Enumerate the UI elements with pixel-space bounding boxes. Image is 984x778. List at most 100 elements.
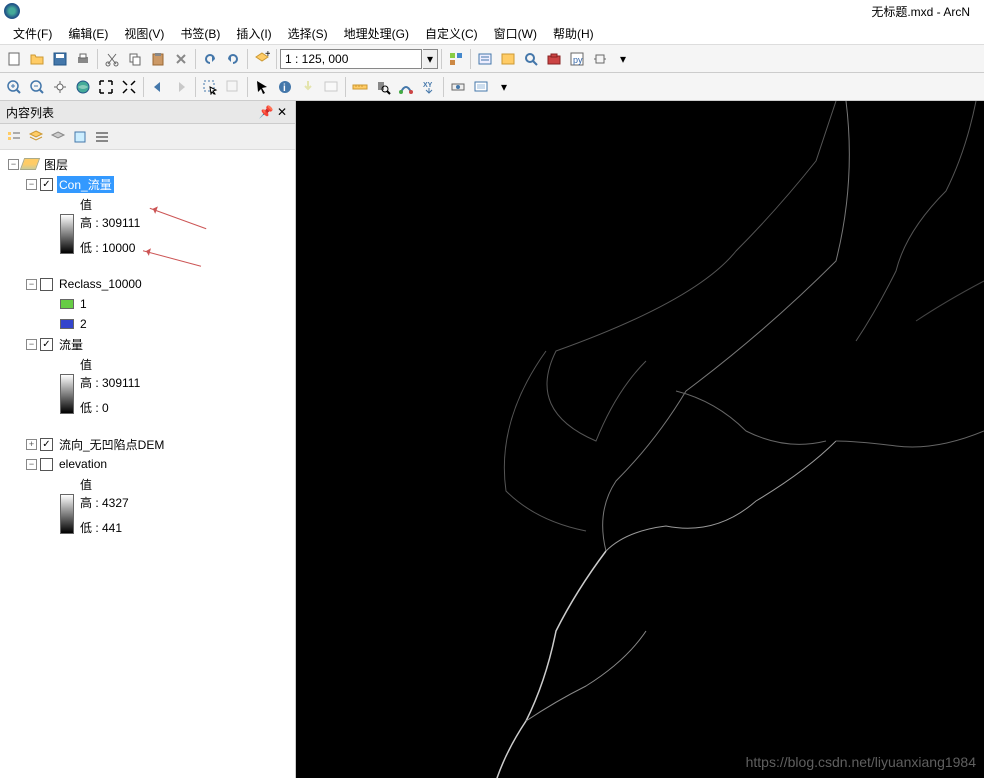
html-popup-button[interactable] — [320, 76, 342, 98]
select-elements-button[interactable] — [251, 76, 273, 98]
scale-dropdown[interactable]: ▾ — [423, 49, 438, 69]
list-by-visibility-icon[interactable] — [48, 127, 68, 147]
options-icon[interactable] — [92, 127, 112, 147]
save-button[interactable] — [49, 48, 71, 70]
goto-xy-button[interactable]: XY — [418, 76, 440, 98]
menu-bookmarks[interactable]: 书签(B) — [172, 23, 228, 44]
fixed-zoom-in-button[interactable] — [95, 76, 117, 98]
layer-row[interactable]: − elevation — [2, 454, 293, 474]
layer-name[interactable]: elevation — [57, 457, 109, 471]
menu-customize[interactable]: 自定义(C) — [417, 23, 486, 44]
create-viewer-button[interactable] — [470, 76, 492, 98]
value-label: 值 — [78, 476, 94, 493]
value-label: 值 — [78, 356, 94, 373]
svg-text:XY: XY — [423, 82, 433, 89]
gradient-swatch — [60, 374, 74, 414]
menu-insert[interactable]: 插入(I) — [228, 23, 279, 44]
back-button[interactable] — [147, 76, 169, 98]
color-swatch — [60, 319, 74, 329]
pan-button[interactable] — [49, 76, 71, 98]
value-label: 值 — [78, 196, 94, 213]
zoom-out-button[interactable] — [26, 76, 48, 98]
fixed-zoom-out-button[interactable] — [118, 76, 140, 98]
layer-name[interactable]: Reclass_10000 — [57, 277, 144, 291]
layers-label: 图层 — [42, 156, 70, 173]
menu-window[interactable]: 窗口(W) — [486, 23, 545, 44]
python-button[interactable]: py — [566, 48, 588, 70]
layer-checkbox[interactable] — [40, 438, 53, 451]
pin-icon[interactable]: 📌 — [259, 105, 273, 119]
menu-selection[interactable]: 选择(S) — [280, 23, 336, 44]
class-label: 1 — [78, 297, 89, 311]
layer-row[interactable]: + 流向_无凹陷点DEM — [2, 434, 293, 454]
toc-button[interactable] — [474, 48, 496, 70]
low-value: 低 : 441 — [78, 519, 131, 536]
paste-button[interactable] — [147, 48, 169, 70]
identify-button[interactable]: i — [274, 76, 296, 98]
new-button[interactable] — [3, 48, 25, 70]
toc-toolbar — [0, 124, 295, 150]
hyperlink-button[interactable] — [297, 76, 319, 98]
clear-selection-button[interactable] — [222, 76, 244, 98]
scale-input[interactable]: 1 : 125, 000 — [280, 49, 422, 69]
layer-checkbox[interactable] — [40, 278, 53, 291]
map-canvas[interactable]: https://blog.csdn.net/liyuanxiang1984 — [296, 101, 984, 778]
expand-icon[interactable]: + — [26, 439, 37, 450]
collapse-icon[interactable]: − — [26, 179, 37, 190]
layer-row[interactable]: − Con_流量 — [2, 174, 293, 194]
menu-bar: 文件(F) 编辑(E) 视图(V) 书签(B) 插入(I) 选择(S) 地理处理… — [0, 22, 984, 45]
find-button[interactable] — [372, 76, 394, 98]
add-data-button[interactable]: + — [251, 48, 273, 70]
collapse-icon[interactable]: − — [26, 459, 37, 470]
dropdown-more-icon[interactable]: ▾ — [612, 48, 634, 70]
gradient-swatch — [60, 494, 74, 534]
full-extent-button[interactable] — [72, 76, 94, 98]
layer-checkbox[interactable] — [40, 178, 53, 191]
toc-header: 内容列表 📌 ✕ — [0, 101, 295, 124]
time-slider-button[interactable] — [447, 76, 469, 98]
title-bar: 无标题.mxd - ArcN — [0, 0, 984, 22]
menu-edit[interactable]: 编辑(E) — [60, 23, 116, 44]
menu-file[interactable]: 文件(F) — [5, 23, 60, 44]
undo-button[interactable] — [199, 48, 221, 70]
low-value: 低 : 0 — [78, 399, 142, 416]
layer-row[interactable]: − Reclass_10000 — [2, 274, 293, 294]
collapse-icon[interactable]: − — [8, 159, 19, 170]
layer-name[interactable]: 流向_无凹陷点DEM — [57, 436, 166, 453]
model-button[interactable] — [589, 48, 611, 70]
list-by-selection-icon[interactable] — [70, 127, 90, 147]
zoom-in-button[interactable] — [3, 76, 25, 98]
layer-name[interactable]: Con_流量 — [57, 176, 114, 193]
catalog-button[interactable] — [497, 48, 519, 70]
menu-geoprocessing[interactable]: 地理处理(G) — [336, 23, 417, 44]
menu-view[interactable]: 视图(V) — [116, 23, 172, 44]
low-value: 低 : 10000 — [78, 239, 142, 256]
close-icon[interactable]: ✕ — [275, 105, 289, 119]
layer-row[interactable]: − 流量 — [2, 334, 293, 354]
forward-button[interactable] — [170, 76, 192, 98]
list-by-drawing-icon[interactable] — [4, 127, 24, 147]
list-by-source-icon[interactable] — [26, 127, 46, 147]
search-button[interactable] — [520, 48, 542, 70]
measure-button[interactable] — [349, 76, 371, 98]
collapse-icon[interactable]: − — [26, 279, 37, 290]
class-row: 1 — [2, 294, 293, 314]
select-features-button[interactable] — [199, 76, 221, 98]
cut-button[interactable] — [101, 48, 123, 70]
delete-button[interactable] — [170, 48, 192, 70]
layer-checkbox[interactable] — [40, 458, 53, 471]
find-route-button[interactable] — [395, 76, 417, 98]
print-button[interactable] — [72, 48, 94, 70]
layers-root[interactable]: − 图层 — [2, 154, 293, 174]
menu-help[interactable]: 帮助(H) — [545, 23, 602, 44]
open-button[interactable] — [26, 48, 48, 70]
editor-toolbar-icon[interactable] — [445, 48, 467, 70]
layers-icon — [20, 158, 40, 170]
dropdown-more2-icon[interactable]: ▾ — [493, 76, 515, 98]
copy-button[interactable] — [124, 48, 146, 70]
layer-name[interactable]: 流量 — [57, 336, 85, 353]
collapse-icon[interactable]: − — [26, 339, 37, 350]
layer-checkbox[interactable] — [40, 338, 53, 351]
redo-button[interactable] — [222, 48, 244, 70]
toolbox-button[interactable] — [543, 48, 565, 70]
